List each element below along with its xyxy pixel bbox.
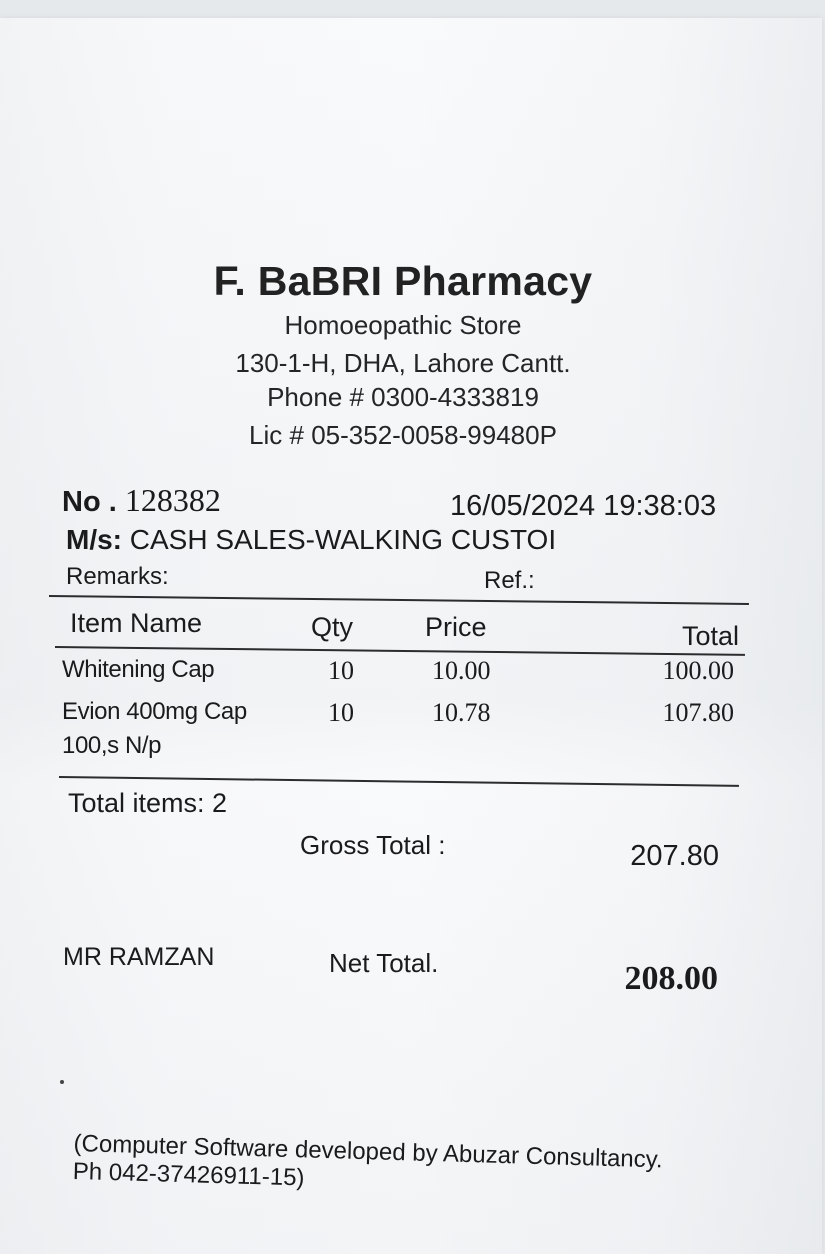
receipt: F. BaBRI Pharmacy Homoeopathic Store 130… [0,18,822,1254]
item-name: Evion 400mg Cap 100,s N/p [62,698,247,760]
invoice-datetime: 16/05/2024 19:38:03 [450,490,717,522]
ref-label: Ref.: [484,567,535,594]
invoice-number-value: 128382 [124,482,221,518]
customer-name: CASH SALES-WALKING CUSTOI [129,524,557,555]
invoice-number: No . 128382 [62,482,221,519]
item-qty: 10 [328,698,354,727]
store-address: 130-1-H, DHA, Lahore Cantt. [235,348,571,378]
gross-total-value: 207.80 [630,840,719,872]
remarks-label: Remarks: [66,563,169,590]
store-phone: Phone # 0300-4333819 [267,382,539,412]
divider-bottom [58,776,739,787]
item-total: 107.80 [662,698,735,727]
column-header-item-name: Item Name [70,608,203,638]
item-total: 100.00 [662,656,735,685]
item-price: 10.00 [432,656,491,685]
column-header-qty: Qty [311,612,354,642]
column-header-price: Price [425,612,487,642]
store-name: F. BaBRI Pharmacy [213,258,593,304]
item-name-line1: Evion 400mg Cap [62,698,247,725]
store-license: Lic # 05-352-0058-99480P [249,420,557,450]
column-header-total: Total [681,621,739,651]
invoice-number-label: No . [62,486,117,518]
customer-label: M/s: [66,524,122,555]
divider-top [48,595,749,605]
gross-total-label: Gross Total : [300,830,446,860]
print-speck [60,1080,64,1084]
item-qty: 10 [328,656,354,685]
software-credit: (Computer Software developed by Abuzar C… [72,1130,663,1202]
store-type: Homoeopathic Store [284,310,522,340]
item-price: 10.78 [432,698,491,727]
total-items: Total items: 2 [68,788,228,818]
cashier-name: MR RAMZAN [63,943,215,971]
net-total-value: 208.00 [624,960,719,997]
item-name-line2: 100,s N/p [62,732,162,759]
net-total-label: Net Total. [329,948,439,978]
divider-header [54,646,745,656]
customer-line: M/s: CASH SALES-WALKING CUSTOI [66,524,556,556]
item-name: Whitening Cap [62,656,215,683]
